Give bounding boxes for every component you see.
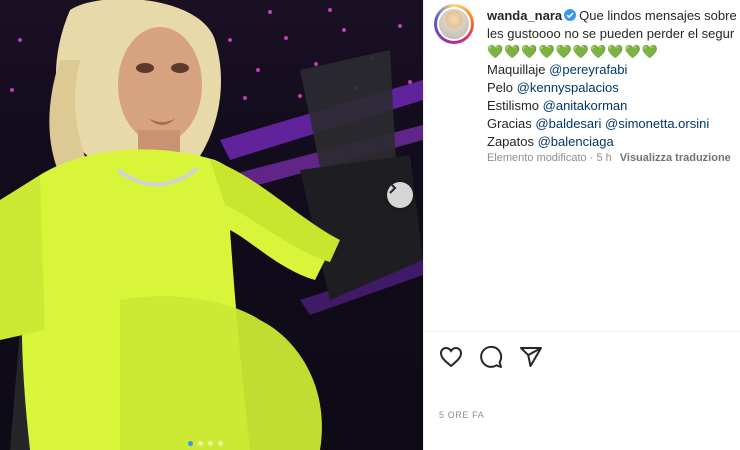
verified-badge-icon — [564, 9, 577, 21]
mention-link[interactable]: @anitakorman — [543, 98, 628, 113]
caption-text: les gustoooo no se pueden perder el segu… — [487, 26, 735, 41]
green-hearts-emoji: 💚💚💚💚💚💚💚💚💚💚 — [487, 44, 659, 59]
post-photo[interactable] — [0, 0, 423, 450]
credit-label: Maquillaje — [487, 62, 546, 77]
carousel-next-button[interactable] — [387, 182, 413, 208]
share-button[interactable] — [518, 344, 544, 370]
post-timestamp[interactable]: 5 ORE FA — [439, 410, 484, 420]
comment-icon — [480, 345, 503, 368]
carousel-dot — [188, 441, 193, 446]
carousel-dot — [218, 441, 223, 446]
carousel-dot — [208, 441, 213, 446]
translate-button[interactable]: Visualizza traduzione — [620, 152, 731, 164]
mention-link[interactable]: @simonetta.orsini — [605, 116, 709, 131]
avatar[interactable] — [437, 7, 471, 41]
post-caption: wanda_nara Que lindos mensajes sobre les … — [487, 7, 740, 151]
mention-link[interactable]: @balenciaga — [538, 134, 614, 149]
mention-link[interactable]: @baldesari — [535, 116, 601, 131]
credit-label: Pelo — [487, 80, 514, 95]
action-bar — [438, 344, 544, 370]
credit-label: Estilismo — [487, 98, 540, 113]
username-link[interactable]: wanda_nara — [487, 8, 562, 23]
chevron-right-icon — [389, 182, 397, 194]
comment-button[interactable] — [478, 344, 504, 370]
carousel-dot — [198, 441, 203, 446]
instagram-post: wanda_nara Que lindos mensajes sobre les … — [0, 0, 740, 450]
relative-time[interactable]: 5 h — [596, 152, 611, 164]
divider — [424, 331, 740, 332]
paper-plane-icon — [520, 347, 542, 367]
credit-label: Gracias — [487, 116, 532, 131]
caption-meta: Elemento modificato · 5 h Visualizza trad… — [487, 152, 731, 164]
carousel-indicator — [188, 441, 223, 446]
photo-illustration — [0, 0, 423, 450]
caption-text: Que lindos mensajes sobre — [579, 8, 737, 23]
story-ring[interactable] — [434, 4, 474, 44]
post-details: wanda_nara Que lindos mensajes sobre les … — [423, 0, 740, 450]
like-button[interactable] — [438, 344, 464, 370]
credit-label: Zapatos — [487, 134, 534, 149]
heart-icon — [439, 346, 463, 368]
edited-label: Elemento modificato — [487, 152, 587, 164]
mention-link[interactable]: @pereyrafabi — [549, 62, 627, 77]
mention-link[interactable]: @kennyspalacios — [517, 80, 619, 95]
